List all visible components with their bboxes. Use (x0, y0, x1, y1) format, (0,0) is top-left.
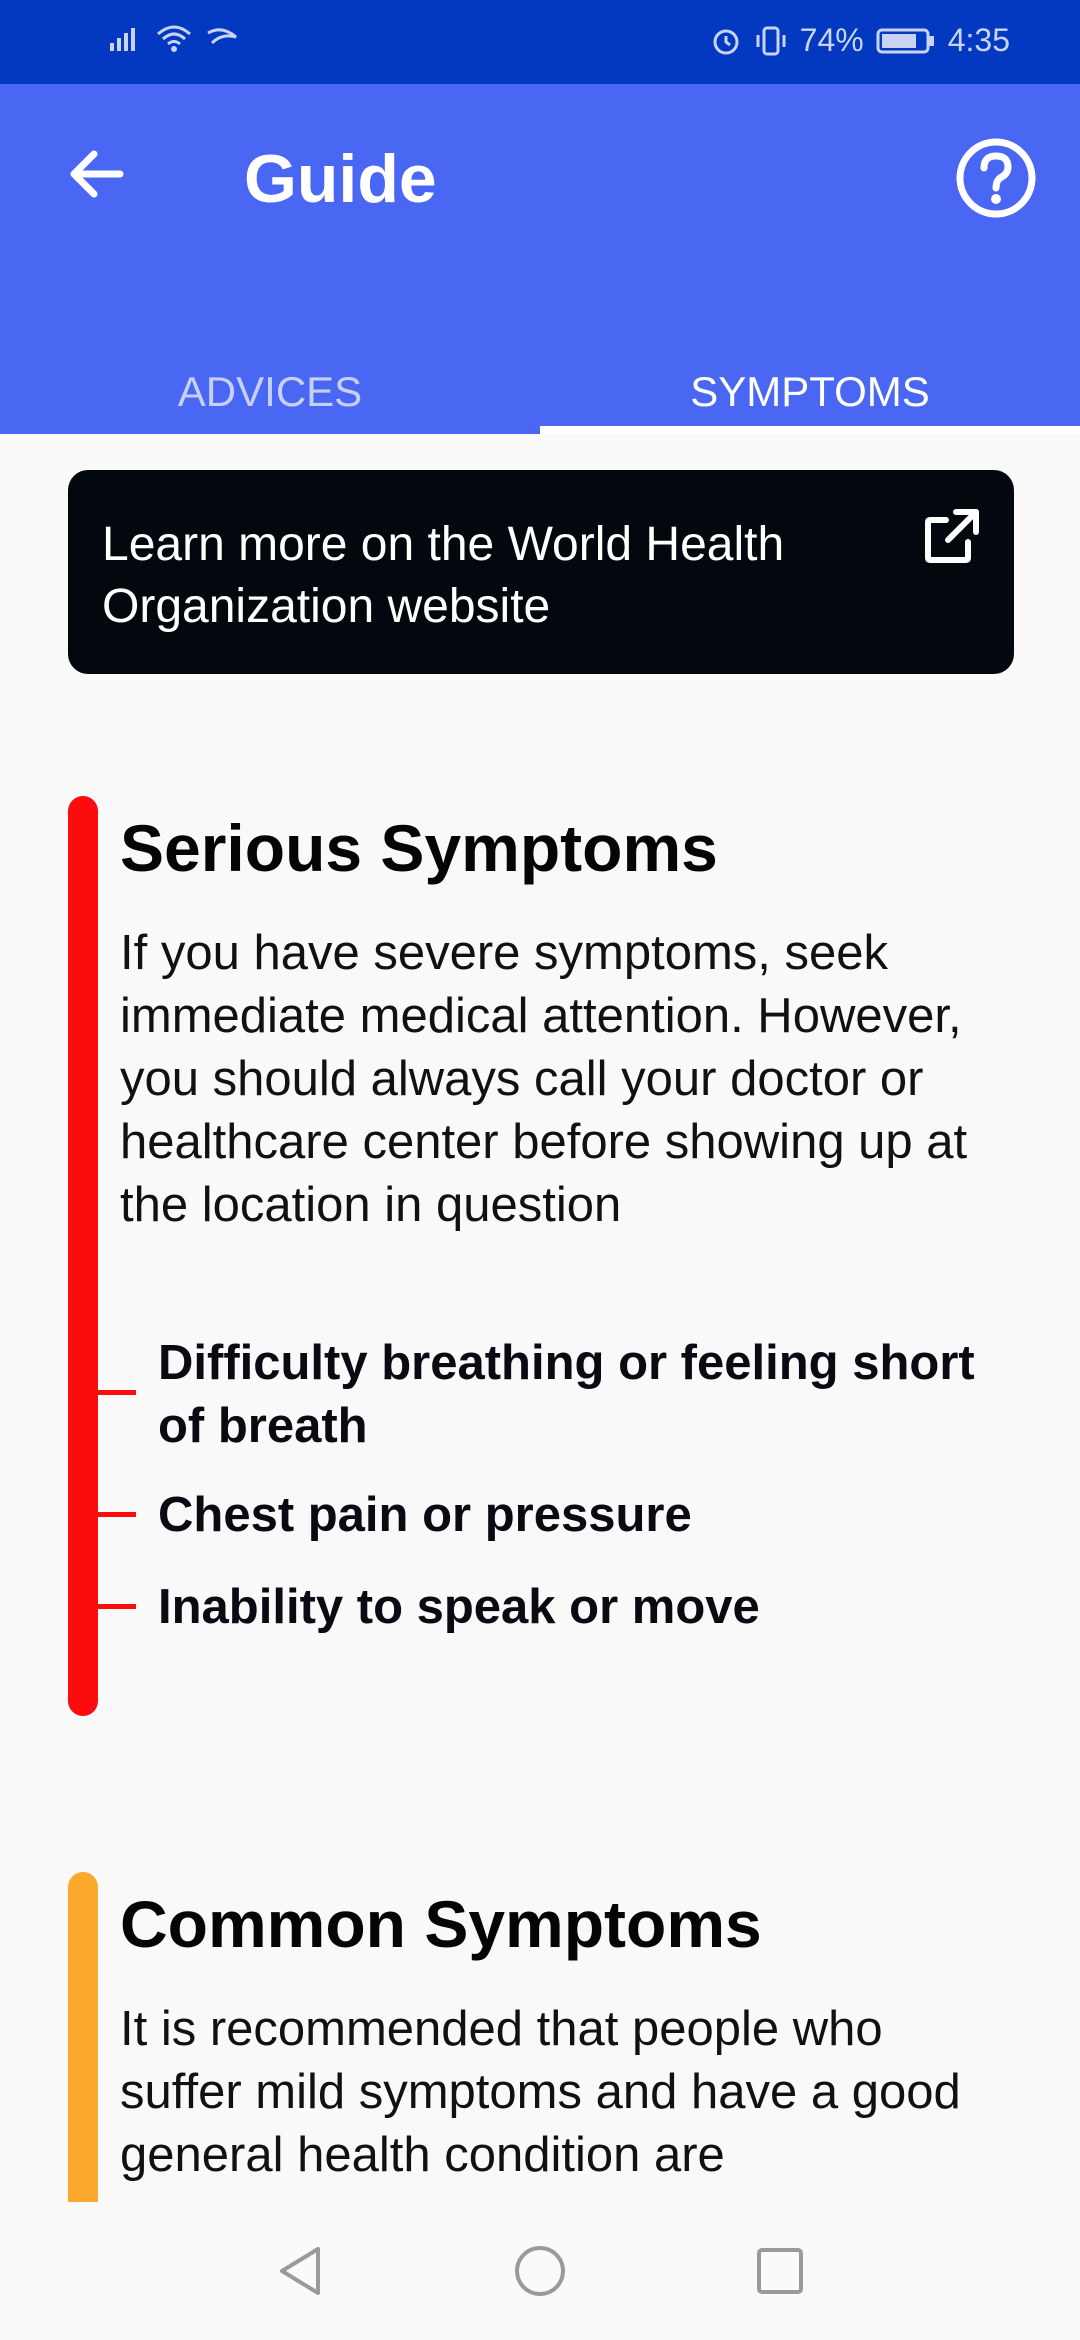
symptom-item: Chest pain or pressure (158, 1488, 692, 1542)
symptom-item: Difficulty breathing or feeling short of… (158, 1336, 975, 1453)
back-button[interactable] (56, 134, 136, 214)
symptom-tick (94, 1390, 136, 1395)
who-link-card[interactable]: Learn more on the World Health Organizat… (68, 470, 1014, 674)
symptom-tick (94, 1604, 136, 1609)
serious-symptoms-title: Serious Symptoms (120, 811, 718, 885)
battery-percent: 74% (799, 22, 864, 58)
square-recents-icon (757, 2248, 803, 2294)
common-symptoms-section: Common Symptoms It is recommended that p… (68, 1872, 1014, 2202)
data-swirl-icon (207, 28, 237, 45)
triangle-back-icon (280, 2247, 320, 2295)
tab-advices[interactable]: ADVICES (0, 354, 540, 434)
who-link-text: Learn more on the World Health Organizat… (102, 518, 785, 633)
help-circle-icon (956, 138, 1036, 218)
tab-bar: ADVICES SYMPTOMS (0, 354, 1080, 434)
system-nav-bar (0, 2202, 1080, 2340)
common-symptoms-title: Common Symptoms (120, 1887, 762, 1961)
circle-home-icon (515, 2246, 565, 2296)
wifi-icon (157, 25, 191, 52)
common-severity-bar (68, 1872, 98, 2202)
arrow-left-icon (70, 150, 124, 198)
serious-symptoms-section: Serious Symptoms If you have severe symp… (68, 796, 1014, 1716)
nav-home-button[interactable] (510, 2241, 570, 2301)
help-button[interactable] (952, 134, 1040, 222)
alarm-icon (713, 29, 739, 54)
vibrate-icon (756, 26, 786, 55)
nav-recents-button[interactable] (750, 2241, 810, 2301)
external-link-icon (925, 509, 979, 563)
app-bar: Guide ADVICES SYMPTOMS (0, 84, 1080, 434)
common-symptoms-description: It is recommended that people who suffer… (120, 2002, 961, 2182)
symptom-item: Inability to speak or move (158, 1580, 760, 1634)
clock: 4:35 (947, 22, 1010, 58)
symptom-tick (94, 1512, 136, 1517)
tab-symptoms[interactable]: SYMPTOMS (540, 354, 1080, 434)
battery-icon (876, 28, 934, 53)
serious-severity-bar (68, 796, 98, 1716)
status-bar: 74% 4:35 (0, 0, 1080, 84)
tab-indicator (540, 426, 1080, 434)
page-title: Guide (244, 141, 437, 217)
nav-back-button[interactable] (270, 2241, 330, 2301)
signal-icon (110, 28, 135, 51)
serious-symptoms-description: If you have severe symptoms, seek immedi… (120, 926, 968, 1232)
